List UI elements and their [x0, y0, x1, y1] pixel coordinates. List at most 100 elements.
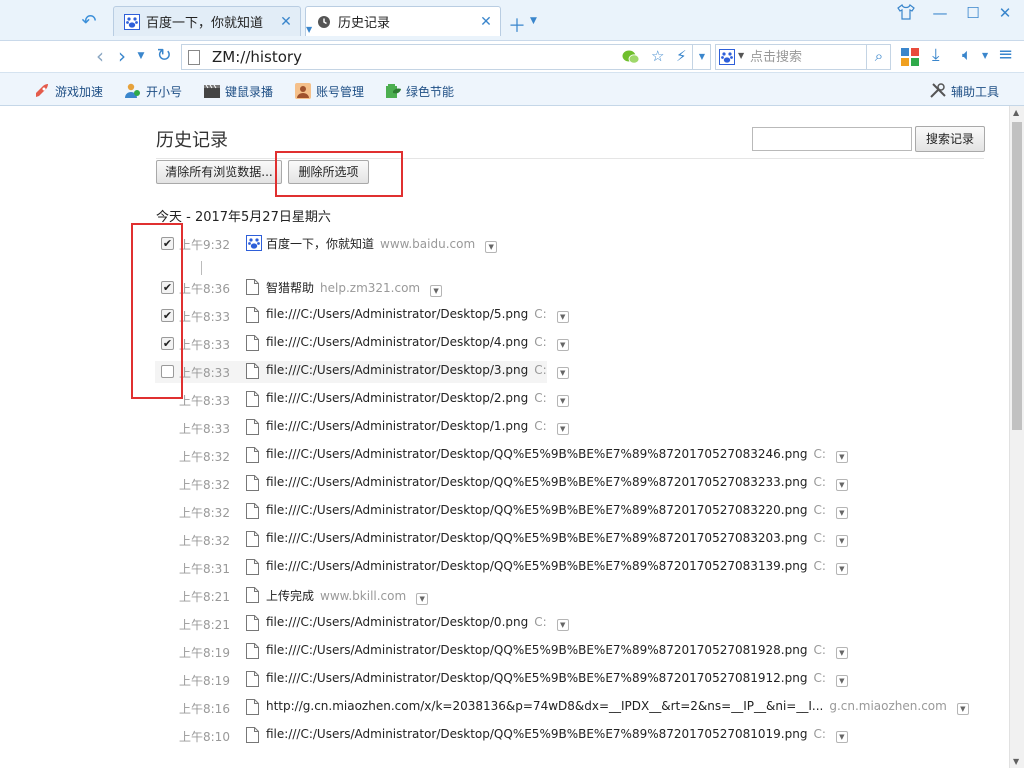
history-entry-link[interactable]: file:///C:/Users/Administrator/Desktop/Q… [266, 559, 848, 575]
history-entry-link[interactable]: file:///C:/Users/Administrator/Desktop/Q… [266, 671, 848, 687]
scrollbar[interactable]: ▲ ▼ [1009, 106, 1024, 768]
history-row[interactable]: ✔ 上午8:36 智猎帮助 help.zm321.com ▼ [155, 277, 955, 299]
history-row[interactable]: 上午8:21 上传完成 www.bkill.com ▼ [155, 585, 955, 607]
menu-icon[interactable]: ≡ [998, 44, 1013, 65]
history-row[interactable]: 上午8:32 file:///C:/Users/Administrator/Des… [155, 445, 955, 467]
forward-arrow-icon[interactable]: › [114, 45, 130, 67]
address-bar[interactable]: ZM://history ☆ ⚡ ▼ [181, 44, 711, 70]
history-entry-link[interactable]: file:///C:/Users/Administrator/Desktop/2… [266, 391, 569, 407]
entry-title[interactable]: file:///C:/Users/Administrator/Desktop/2… [266, 391, 528, 405]
history-entry-link[interactable]: file:///C:/Users/Administrator/Desktop/1… [266, 419, 569, 435]
row-menu-chevron-down-icon[interactable]: ▼ [556, 423, 569, 435]
history-entry-link[interactable]: file:///C:/Users/Administrator/Desktop/3… [266, 363, 569, 379]
history-chevron-down-icon[interactable]: ▼ [136, 45, 146, 67]
entry-title[interactable]: file:///C:/Users/Administrator/Desktop/Q… [266, 531, 807, 545]
history-row[interactable]: 上午8:16 http://g.cn.miaozhen.com/x/k=20381… [155, 697, 969, 719]
row-menu-chevron-down-icon[interactable]: ▼ [835, 535, 848, 547]
search-engine-chevron-down-icon[interactable]: ▼ [738, 51, 744, 60]
history-entry-link[interactable]: file:///C:/Users/Administrator/Desktop/4… [266, 335, 569, 351]
entry-title[interactable]: file:///C:/Users/Administrator/Desktop/Q… [266, 475, 807, 489]
row-menu-chevron-down-icon[interactable]: ▼ [556, 619, 569, 631]
row-menu-chevron-down-icon[interactable]: ▼ [835, 647, 848, 659]
history-entry-link[interactable]: file:///C:/Users/Administrator/Desktop/Q… [266, 447, 848, 463]
history-entry-link[interactable]: 智猎帮助 help.zm321.com ▼ [266, 279, 443, 297]
macro-record-button[interactable]: 键鼠录播 [203, 82, 273, 100]
history-row[interactable]: 上午8:32 file:///C:/Users/Administrator/Des… [155, 529, 955, 551]
row-menu-chevron-down-icon[interactable]: ▼ [835, 479, 848, 491]
multi-account-button[interactable]: 开小号 [124, 82, 182, 100]
scroll-down-arrow-icon[interactable]: ▼ [1013, 757, 1019, 766]
history-entry-link[interactable]: http://g.cn.miaozhen.com/x/k=2038136&p=7… [266, 699, 969, 715]
sound-chevron-down-icon[interactable]: ▼ [982, 51, 988, 60]
history-entry-link[interactable]: file:///C:/Users/Administrator/Desktop/Q… [266, 475, 848, 491]
history-row[interactable]: ✔ 上午8:33 file:///C:/Users/Administrator/De… [155, 305, 955, 327]
speed-mode-bolt-icon[interactable]: ⚡ [676, 47, 687, 65]
history-row[interactable]: 上午8:19 file:///C:/Users/Administrator/Des… [155, 669, 955, 691]
history-row[interactable]: ✔ 上午8:33 file:///C:/Users/Administrator/De… [155, 333, 955, 355]
sound-icon[interactable]: 🔈︎ [962, 45, 972, 65]
entry-title[interactable]: 上传完成 [266, 589, 314, 603]
row-menu-chevron-down-icon[interactable]: ▼ [835, 731, 848, 743]
back-arrow-icon[interactable]: ‹ [92, 45, 108, 67]
history-entry-link[interactable]: 上传完成 www.bkill.com ▼ [266, 587, 429, 605]
history-row[interactable]: 上午8:19 file:///C:/Users/Administrator/Des… [155, 641, 955, 663]
history-entry-link[interactable]: file:///C:/Users/Administrator/Desktop/0… [266, 615, 569, 631]
search-icon[interactable]: ⌕ [866, 45, 891, 69]
search-history-button[interactable]: 搜索记录 [915, 126, 985, 152]
history-search-input[interactable] [752, 127, 912, 151]
entry-title[interactable]: file:///C:/Users/Administrator/Desktop/4… [266, 335, 528, 349]
entry-title[interactable]: file:///C:/Users/Administrator/Desktop/Q… [266, 727, 807, 741]
history-row[interactable]: ✔ 上午9:32 百度一下，你就知道 www.baidu.com ▼ [155, 233, 955, 255]
apps-grid-icon[interactable] [900, 47, 920, 67]
new-tab-chevron-down-icon[interactable]: ▼ [530, 16, 537, 26]
row-menu-chevron-down-icon[interactable]: ▼ [485, 241, 498, 253]
history-entry-link[interactable]: file:///C:/Users/Administrator/Desktop/5… [266, 307, 569, 323]
history-row[interactable]: 上午8:33 file:///C:/Users/Administrator/Des… [155, 361, 569, 383]
undo-close-tab-icon[interactable]: ↶ [74, 8, 104, 34]
clear-browsing-data-button[interactable]: 清除所有浏览数据... [156, 160, 282, 184]
history-entry-link[interactable]: file:///C:/Users/Administrator/Desktop/Q… [266, 643, 848, 659]
entry-title[interactable]: file:///C:/Users/Administrator/Desktop/1… [266, 419, 528, 433]
maximize-icon[interactable]: ☐ [960, 4, 986, 24]
address-text[interactable]: ZM://history [212, 48, 302, 66]
close-tab-icon[interactable]: ✕ [476, 14, 496, 30]
history-row[interactable]: 上午8:31 file:///C:/Users/Administrator/Des… [155, 557, 955, 579]
row-menu-chevron-down-icon[interactable]: ▼ [956, 703, 969, 715]
history-row[interactable]: 上午8:32 file:///C:/Users/Administrator/Des… [155, 501, 955, 523]
row-menu-chevron-down-icon[interactable]: ▼ [416, 593, 429, 605]
entry-title[interactable]: file:///C:/Users/Administrator/Desktop/5… [266, 307, 528, 321]
account-manage-button[interactable]: 账号管理 [294, 82, 364, 100]
history-entry-link[interactable]: file:///C:/Users/Administrator/Desktop/Q… [266, 503, 848, 519]
entry-title[interactable]: file:///C:/Users/Administrator/Desktop/Q… [266, 643, 807, 657]
row-menu-chevron-down-icon[interactable]: ▼ [835, 675, 848, 687]
entry-title[interactable]: file:///C:/Users/Administrator/Desktop/Q… [266, 503, 807, 517]
entry-title[interactable]: file:///C:/Users/Administrator/Desktop/0… [266, 615, 528, 629]
new-tab-plus-icon[interactable]: ＋ [508, 12, 526, 38]
baidu-paw-icon[interactable] [719, 49, 735, 65]
row-menu-chevron-down-icon[interactable]: ▼ [556, 367, 569, 379]
entry-title[interactable]: 百度一下，你就知道 [266, 237, 374, 251]
history-row[interactable]: 上午8:32 file:///C:/Users/Administrator/Des… [155, 473, 955, 495]
history-row[interactable]: 上午8:21 file:///C:/Users/Administrator/Des… [155, 613, 955, 635]
row-menu-chevron-down-icon[interactable]: ▼ [556, 339, 569, 351]
eco-mode-button[interactable]: 绿色节能 [384, 82, 454, 100]
scroll-thumb[interactable] [1012, 122, 1022, 430]
tab-history[interactable]: 历史记录 ✕ [305, 6, 501, 36]
entry-title[interactable]: file:///C:/Users/Administrator/Desktop/Q… [266, 559, 807, 573]
helper-tools-button[interactable]: 辅助工具 [929, 82, 999, 100]
entry-title[interactable]: http://g.cn.miaozhen.com/x/k=2038136&p=7… [266, 699, 823, 713]
history-row[interactable]: 上午8:33 file:///C:/Users/Administrator/Des… [155, 389, 955, 411]
entry-title[interactable]: file:///C:/Users/Administrator/Desktop/Q… [266, 447, 807, 461]
search-input[interactable] [750, 48, 860, 66]
bookmark-star-icon[interactable]: ☆ [651, 47, 664, 65]
close-tab-icon[interactable]: ✕ [276, 14, 296, 30]
history-entry-link[interactable]: 百度一下，你就知道 www.baidu.com ▼ [266, 235, 498, 253]
download-icon[interactable]: ⤓ [932, 45, 940, 65]
tab-menu-chevron-icon[interactable]: ▼ [306, 25, 312, 34]
entry-title[interactable]: 智猎帮助 [266, 281, 314, 295]
wechat-icon[interactable] [622, 49, 640, 65]
minimize-icon[interactable]: — [927, 4, 953, 24]
close-window-icon[interactable]: ✕ [992, 4, 1018, 24]
scroll-up-arrow-icon[interactable]: ▲ [1013, 108, 1019, 117]
refresh-icon[interactable]: ↻ [153, 45, 175, 67]
